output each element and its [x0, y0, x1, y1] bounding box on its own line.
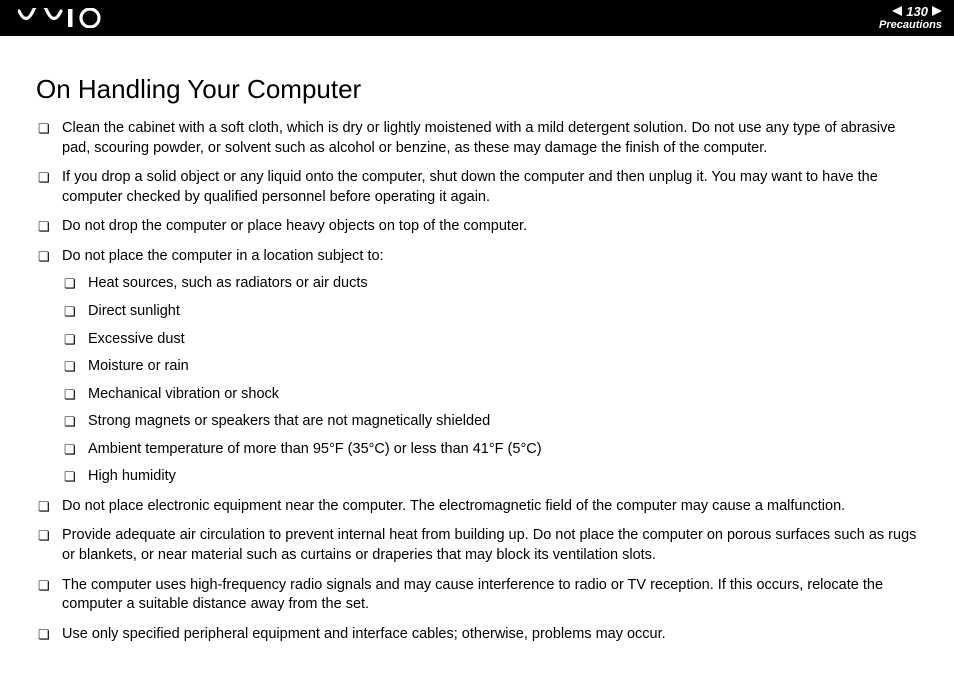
list-item: Strong magnets or speakers that are not …	[62, 412, 918, 432]
prev-page-arrow-icon[interactable]	[892, 6, 902, 16]
list-item: Direct sunlight	[62, 302, 918, 322]
list-item: The computer uses high-frequency radio s…	[36, 576, 918, 615]
page-header: 130 Precautions	[0, 0, 954, 36]
list-item: Do not drop the computer or place heavy …	[36, 217, 918, 237]
sub-list: Heat sources, such as radiators or air d…	[62, 274, 918, 487]
section-label: Precautions	[879, 19, 942, 32]
page-nav: 130	[879, 4, 942, 20]
list-item: Heat sources, such as radiators or air d…	[62, 274, 918, 294]
list-item: Clean the cabinet with a soft cloth, whi…	[36, 119, 918, 158]
list-item: If you drop a solid object or any liquid…	[36, 168, 918, 207]
page-number: 130	[906, 4, 928, 20]
header-right: 130 Precautions	[879, 4, 942, 33]
page-content: On Handling Your Computer Clean the cabi…	[0, 36, 954, 644]
list-item: Excessive dust	[62, 330, 918, 350]
next-page-arrow-icon[interactable]	[932, 6, 942, 16]
page-title: On Handling Your Computer	[36, 74, 918, 105]
list-item: Ambient temperature of more than 95°F (3…	[62, 440, 918, 460]
list-item: High humidity	[62, 467, 918, 487]
list-item: Do not place the computer in a location …	[36, 247, 918, 487]
list-item: Do not place electronic equipment near t…	[36, 497, 918, 517]
precautions-list: Clean the cabinet with a soft cloth, whi…	[36, 119, 918, 644]
vaio-logo	[18, 8, 114, 28]
list-item: Moisture or rain	[62, 357, 918, 377]
list-item: Use only specified peripheral equipment …	[36, 625, 918, 645]
list-item: Mechanical vibration or shock	[62, 385, 918, 405]
list-item-text: Do not place the computer in a location …	[62, 248, 384, 264]
list-item: Provide adequate air circulation to prev…	[36, 526, 918, 565]
